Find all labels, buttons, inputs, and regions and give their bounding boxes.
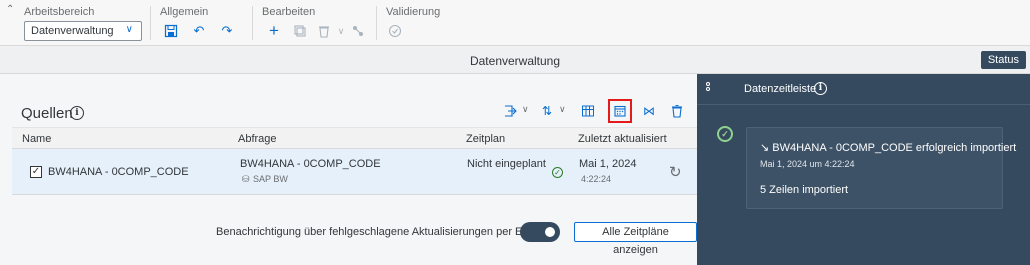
notification-toggle[interactable] xyxy=(520,222,560,242)
sort-icon[interactable]: ⇅ xyxy=(537,101,557,121)
timeline-title: Datenzeitleiste xyxy=(744,83,817,95)
undo-icon[interactable]: ↶ xyxy=(191,23,207,39)
group-label-general: Allgemein xyxy=(160,6,209,18)
validate-icon xyxy=(387,23,403,39)
table-header: Name Abfrage Zeitplan Zuletzt aktualisie… xyxy=(12,127,697,149)
data-timeline-panel: Datenzeitleiste i ✓ ↘ BW4HANA - 0COMP_CO… xyxy=(697,74,1030,265)
schedule-calendar-icon[interactable] xyxy=(608,99,632,123)
info-icon[interactable]: i xyxy=(70,106,84,120)
page-title: Datenverwaltung xyxy=(469,54,561,68)
show-all-schedules-button[interactable]: Alle Zeitpläne anzeigen xyxy=(574,222,697,256)
success-icon: ✓ xyxy=(552,167,563,178)
divider xyxy=(697,104,1030,105)
divider xyxy=(376,6,377,40)
success-icon: ✓ xyxy=(717,126,733,142)
schedule-value: Nicht eingeplant xyxy=(467,158,546,170)
table-settings-icon[interactable] xyxy=(578,101,598,121)
column-header-query[interactable]: Abfrage xyxy=(238,133,277,145)
info-icon[interactable]: i xyxy=(814,82,827,95)
group-label-edit: Bearbeiten xyxy=(262,6,316,18)
chevron-down-icon[interactable]: ∨ xyxy=(522,104,529,115)
timeline-icon xyxy=(705,82,713,96)
column-header-schedule[interactable]: Zeitplan xyxy=(466,133,505,145)
timeline-entry-date: Mai 1, 2024 um 4:22:24 xyxy=(760,159,855,169)
title-bar: Datenverwaltung Status xyxy=(0,46,1030,74)
query-name: BW4HANA - 0COMP_CODE xyxy=(240,158,381,170)
notification-label: Benachrichtigung über fehlgeschlagene Ak… xyxy=(216,226,547,238)
status-button[interactable]: Status xyxy=(980,51,1026,69)
save-icon[interactable] xyxy=(163,23,179,39)
merge-icon[interactable]: ⋈ xyxy=(639,101,659,121)
updated-date: Mai 1, 2024 xyxy=(579,158,637,170)
table-row[interactable]: ✓ BW4HANA - 0COMP_CODE BW4HANA - 0COMP_C… xyxy=(12,149,697,195)
chevron-down-icon: ∨ xyxy=(125,24,133,35)
chevron-down-icon[interactable]: ∨ xyxy=(559,104,566,115)
group-label-workspace: Arbeitsbereich xyxy=(24,6,95,18)
updated-time: 4:22:24 xyxy=(581,174,612,184)
group-label-validation: Validierung xyxy=(386,6,441,18)
sources-title: Quellen xyxy=(21,105,73,122)
collapse-caret-icon[interactable]: ⌃ xyxy=(6,4,14,15)
delete-icon xyxy=(316,23,332,39)
timeline-entry-card[interactable]: ↘ BW4HANA - 0COMP_CODE erfolgreich impor… xyxy=(746,127,1016,209)
workspace-select[interactable]: Datenverwaltung ∨ xyxy=(24,21,142,41)
divider xyxy=(252,6,253,40)
database-icon: ⛁ xyxy=(242,174,250,184)
timeline-entry-title: ↘ BW4HANA - 0COMP_CODE erfolgreich impor… xyxy=(760,142,1017,154)
hierarchy-icon xyxy=(350,23,366,39)
workspace-select-value: Datenverwaltung xyxy=(31,25,114,37)
refresh-icon[interactable]: ↻ xyxy=(669,163,682,181)
sources-panel: Quellen i ∨ ⇅ ∨ ⋈ Name Abfrage Zeitplan … xyxy=(0,74,697,265)
delete-icon[interactable] xyxy=(667,101,687,121)
timeline-header: Datenzeitleiste i xyxy=(697,74,1030,104)
import-icon: ↘ xyxy=(760,142,773,154)
query-source: SAP BW xyxy=(253,174,288,184)
add-icon[interactable]: + xyxy=(266,21,282,40)
import-icon[interactable] xyxy=(500,101,520,121)
column-header-name[interactable]: Name xyxy=(22,133,51,145)
timeline-entry-body: 5 Zeilen importiert xyxy=(760,184,849,196)
source-name: BW4HANA - 0COMP_CODE xyxy=(48,166,189,178)
copy-icon xyxy=(292,23,308,39)
redo-icon[interactable]: ↷ xyxy=(219,23,235,39)
row-checkbox[interactable]: ✓ xyxy=(30,166,42,178)
column-header-updated[interactable]: Zuletzt aktualisiert xyxy=(578,133,667,145)
divider xyxy=(150,6,151,40)
toggle-knob xyxy=(543,225,557,239)
toolbar: ⌃ Arbeitsbereich Datenverwaltung ∨ Allge… xyxy=(0,0,1030,46)
chevron-down-icon: ∨ xyxy=(337,25,345,36)
